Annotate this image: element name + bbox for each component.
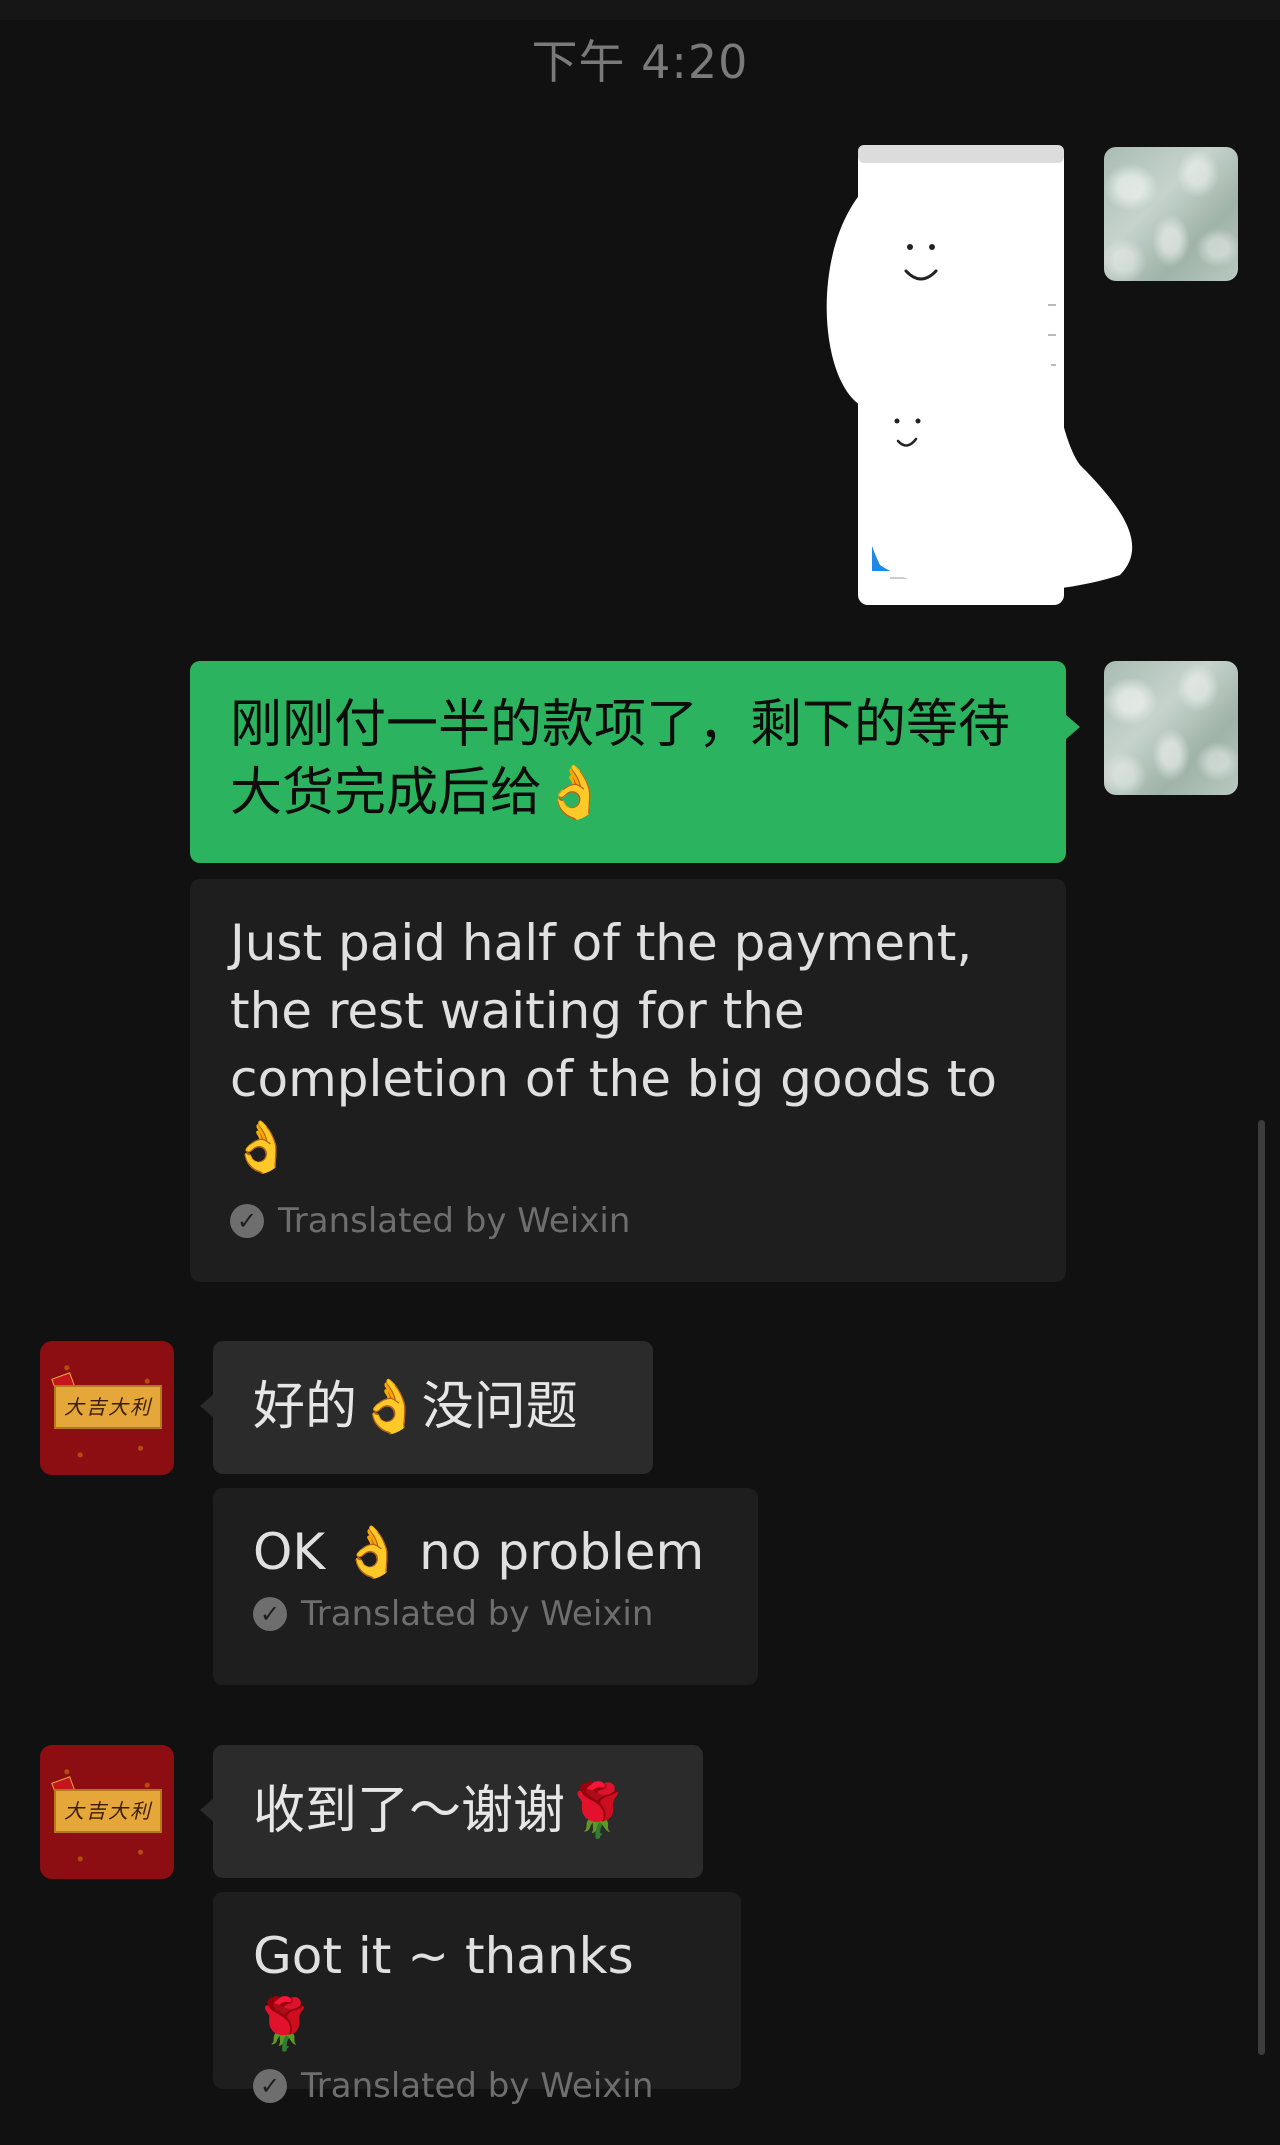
translated-by-label: Translated by Weixin: [301, 1594, 654, 1634]
translated-by-label: Translated by Weixin: [278, 1201, 631, 1241]
bubble-tail: [200, 1394, 214, 1418]
check-circle-icon: ✓: [253, 1597, 287, 1631]
translation-bubble[interactable]: OK 👌 no problem ✓ Translated by Weixin: [213, 1488, 758, 1685]
translation-bubble[interactable]: Just paid half of the payment, the rest …: [190, 879, 1066, 1282]
message-text: 好的👌没问题: [253, 1377, 578, 1437]
scrollbar[interactable]: [1258, 1120, 1265, 2055]
translated-by-row: ✓ Translated by Weixin: [253, 1594, 718, 1634]
image-message[interactable]: [820, 145, 1136, 605]
top-edge-bar: [0, 0, 1280, 20]
translation-bubble[interactable]: Got it ~ thanks 🌹 ✓ Translated by Weixin: [213, 1892, 741, 2106]
contact-avatar[interactable]: 大吉大利: [40, 1745, 174, 1879]
bubble-tail: [200, 1798, 214, 1822]
bubble-tail: [1066, 715, 1080, 739]
avatar-plaque-text: 大吉大利: [54, 1385, 162, 1429]
screenshot-image: [826, 145, 1133, 605]
contact-avatar[interactable]: 大吉大利: [40, 1341, 174, 1475]
message-text: 收到了～谢谢🌹: [253, 1781, 630, 1841]
message-timestamp: 下午 4:20: [531, 35, 749, 89]
translation-text: Got it ~ thanks 🌹: [253, 1927, 634, 2053]
message-text: 刚刚付一半的款项了，剩下的等待大货完成后给👌: [230, 695, 1011, 823]
translated-by-row: ✓ Translated by Weixin: [253, 2066, 701, 2106]
avatar-plaque-text: 大吉大利: [54, 1789, 162, 1833]
check-circle-icon: ✓: [230, 1204, 264, 1238]
translated-by-row: ✓ Translated by Weixin: [230, 1201, 1026, 1241]
translation-text: Just paid half of the payment, the rest …: [230, 914, 997, 1176]
my-avatar[interactable]: [1104, 147, 1238, 281]
received-message-bubble[interactable]: 收到了～谢谢🌹: [213, 1745, 703, 1878]
translated-by-label: Translated by Weixin: [301, 2066, 654, 2106]
sent-message-bubble[interactable]: 刚刚付一半的款项了，剩下的等待大货完成后给👌: [190, 661, 1066, 863]
my-avatar[interactable]: [1104, 661, 1238, 795]
received-message-bubble[interactable]: 好的👌没问题: [213, 1341, 653, 1474]
translation-text: OK 👌 no problem: [253, 1523, 705, 1581]
check-circle-icon: ✓: [253, 2069, 287, 2103]
